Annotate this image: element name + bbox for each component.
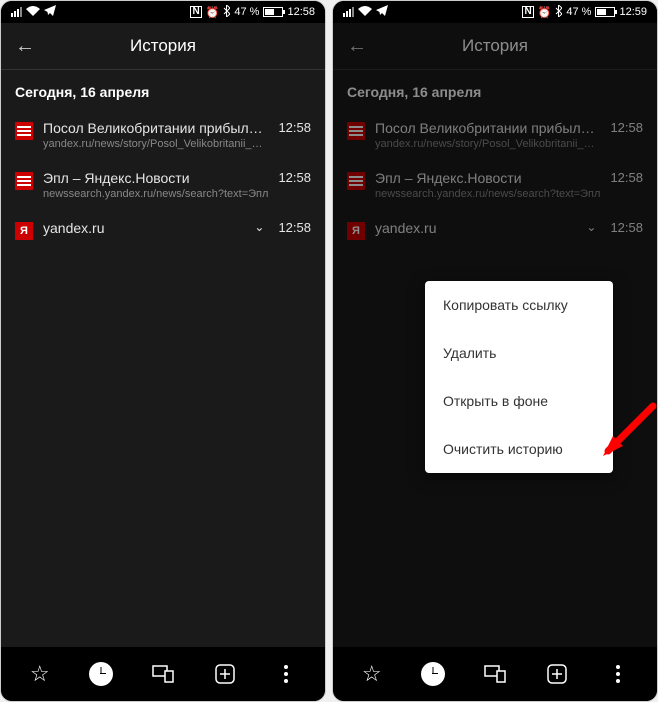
app-header: ← История: [333, 23, 657, 69]
battery-percent: 47 %: [566, 6, 591, 18]
item-body: yandex.ru: [43, 220, 244, 236]
history-content: Сегодня, 16 апреля Посол Великобритании …: [1, 69, 325, 647]
history-item[interactable]: Посол Великобритании прибыла в ро... yan…: [1, 110, 325, 160]
date-header: Сегодня, 16 апреля: [333, 69, 657, 110]
chevron-down-icon: ⌄: [254, 220, 264, 234]
item-time: 12:58: [278, 170, 311, 185]
menu-clear-history[interactable]: Очистить историю: [425, 425, 613, 473]
nfc-icon: N: [190, 6, 201, 18]
item-time: 12:58: [610, 220, 643, 235]
item-title: Эпл – Яндекс.Новости: [375, 170, 600, 186]
menu-tab[interactable]: [268, 656, 304, 692]
newtab-tab[interactable]: [207, 656, 243, 692]
dots-icon: [616, 665, 620, 683]
signal-icon: [11, 7, 22, 17]
news-icon: [347, 122, 365, 140]
status-left: [343, 5, 388, 19]
item-url: yandex.ru/news/story/Posol_Velikobritani…: [375, 138, 600, 150]
item-url: yandex.ru/news/story/Posol_Velikobritani…: [43, 138, 268, 150]
item-time: 12:58: [610, 120, 643, 135]
item-title: Эпл – Яндекс.Новости: [43, 170, 268, 186]
alarm-icon: ⏰: [206, 6, 220, 19]
screenshot-right: N ⏰ 47 % 12:59 ← История Сегодня, 16 апр…: [332, 0, 658, 702]
status-left: [11, 5, 56, 19]
history-item[interactable]: Посол Великобритании прибыла в ро... yan…: [333, 110, 657, 160]
alarm-icon: ⏰: [538, 6, 552, 19]
history-tab[interactable]: [415, 656, 451, 692]
status-right: N ⏰ 47 % 12:59: [522, 5, 647, 20]
item-title: Посол Великобритании прибыла в ро...: [375, 120, 600, 136]
screenshot-left: N ⏰ 47 % 12:58 ← История Сегодня, 16 апр…: [0, 0, 326, 702]
item-url: newssearch.yandex.ru/news/search?text=Эп…: [375, 188, 600, 200]
chevron-down-icon: ⌄: [586, 220, 596, 234]
menu-copy-link[interactable]: Копировать ссылку: [425, 281, 613, 329]
history-item[interactable]: Я yandex.ru ⌄ 12:58: [333, 210, 657, 250]
menu-tab[interactable]: [600, 656, 636, 692]
app-header: ← История: [1, 23, 325, 69]
bluetooth-icon: [555, 5, 562, 20]
item-time: 12:58: [278, 220, 311, 235]
page-title: История: [333, 36, 657, 56]
item-title: Посол Великобритании прибыла в ро...: [43, 120, 268, 136]
page-title: История: [1, 36, 325, 56]
telegram-icon: [44, 5, 56, 19]
date-header: Сегодня, 16 апреля: [1, 69, 325, 110]
yandex-icon: Я: [347, 222, 365, 240]
context-menu: Копировать ссылку Удалить Открыть в фоне…: [425, 281, 613, 473]
menu-open-background[interactable]: Открыть в фоне: [425, 377, 613, 425]
phone-inner: N ⏰ 47 % 12:58 ← История Сегодня, 16 апр…: [1, 1, 325, 701]
bottom-nav: ☆: [1, 647, 325, 701]
bottom-nav: ☆: [333, 647, 657, 701]
history-item[interactable]: Эпл – Яндекс.Новости newssearch.yandex.r…: [1, 160, 325, 210]
item-url: newssearch.yandex.ru/news/search?text=Эп…: [43, 188, 268, 200]
clock-icon: [89, 662, 113, 686]
telegram-icon: [376, 5, 388, 19]
devices-tab[interactable]: [477, 656, 513, 692]
news-icon: [347, 172, 365, 190]
bookmarks-tab[interactable]: ☆: [354, 656, 390, 692]
history-tab[interactable]: [83, 656, 119, 692]
status-bar: N ⏰ 47 % 12:58: [1, 1, 325, 23]
bookmarks-tab[interactable]: ☆: [22, 656, 58, 692]
newtab-tab[interactable]: [539, 656, 575, 692]
news-icon: [15, 122, 33, 140]
status-right: N ⏰ 47 % 12:58: [190, 5, 315, 20]
item-time: 12:58: [278, 120, 311, 135]
bluetooth-icon: [223, 5, 230, 20]
news-icon: [15, 172, 33, 190]
yandex-icon: Я: [15, 222, 33, 240]
clock-time: 12:59: [619, 6, 647, 18]
dots-icon: [284, 665, 288, 683]
nfc-icon: N: [522, 6, 533, 18]
battery-percent: 47 %: [234, 6, 259, 18]
wifi-icon: [358, 6, 372, 19]
menu-delete[interactable]: Удалить: [425, 329, 613, 377]
item-title: yandex.ru: [375, 220, 576, 236]
battery-icon: [595, 7, 615, 17]
item-body: yandex.ru: [375, 220, 576, 236]
history-item[interactable]: Я yandex.ru ⌄ 12:58: [1, 210, 325, 250]
history-item[interactable]: Эпл – Яндекс.Новости newssearch.yandex.r…: [333, 160, 657, 210]
annotation-arrow-icon: [598, 401, 657, 461]
devices-tab[interactable]: [145, 656, 181, 692]
item-body: Посол Великобритании прибыла в ро... yan…: [375, 120, 600, 150]
wifi-icon: [26, 6, 40, 19]
item-body: Посол Великобритании прибыла в ро... yan…: [43, 120, 268, 150]
status-bar: N ⏰ 47 % 12:59: [333, 1, 657, 23]
item-title: yandex.ru: [43, 220, 244, 236]
item-body: Эпл – Яндекс.Новости newssearch.yandex.r…: [375, 170, 600, 200]
signal-icon: [343, 7, 354, 17]
item-body: Эпл – Яндекс.Новости newssearch.yandex.r…: [43, 170, 268, 200]
clock-icon: [421, 662, 445, 686]
battery-icon: [263, 7, 283, 17]
phone-inner: N ⏰ 47 % 12:59 ← История Сегодня, 16 апр…: [333, 1, 657, 701]
item-time: 12:58: [610, 170, 643, 185]
clock-time: 12:58: [287, 6, 315, 18]
